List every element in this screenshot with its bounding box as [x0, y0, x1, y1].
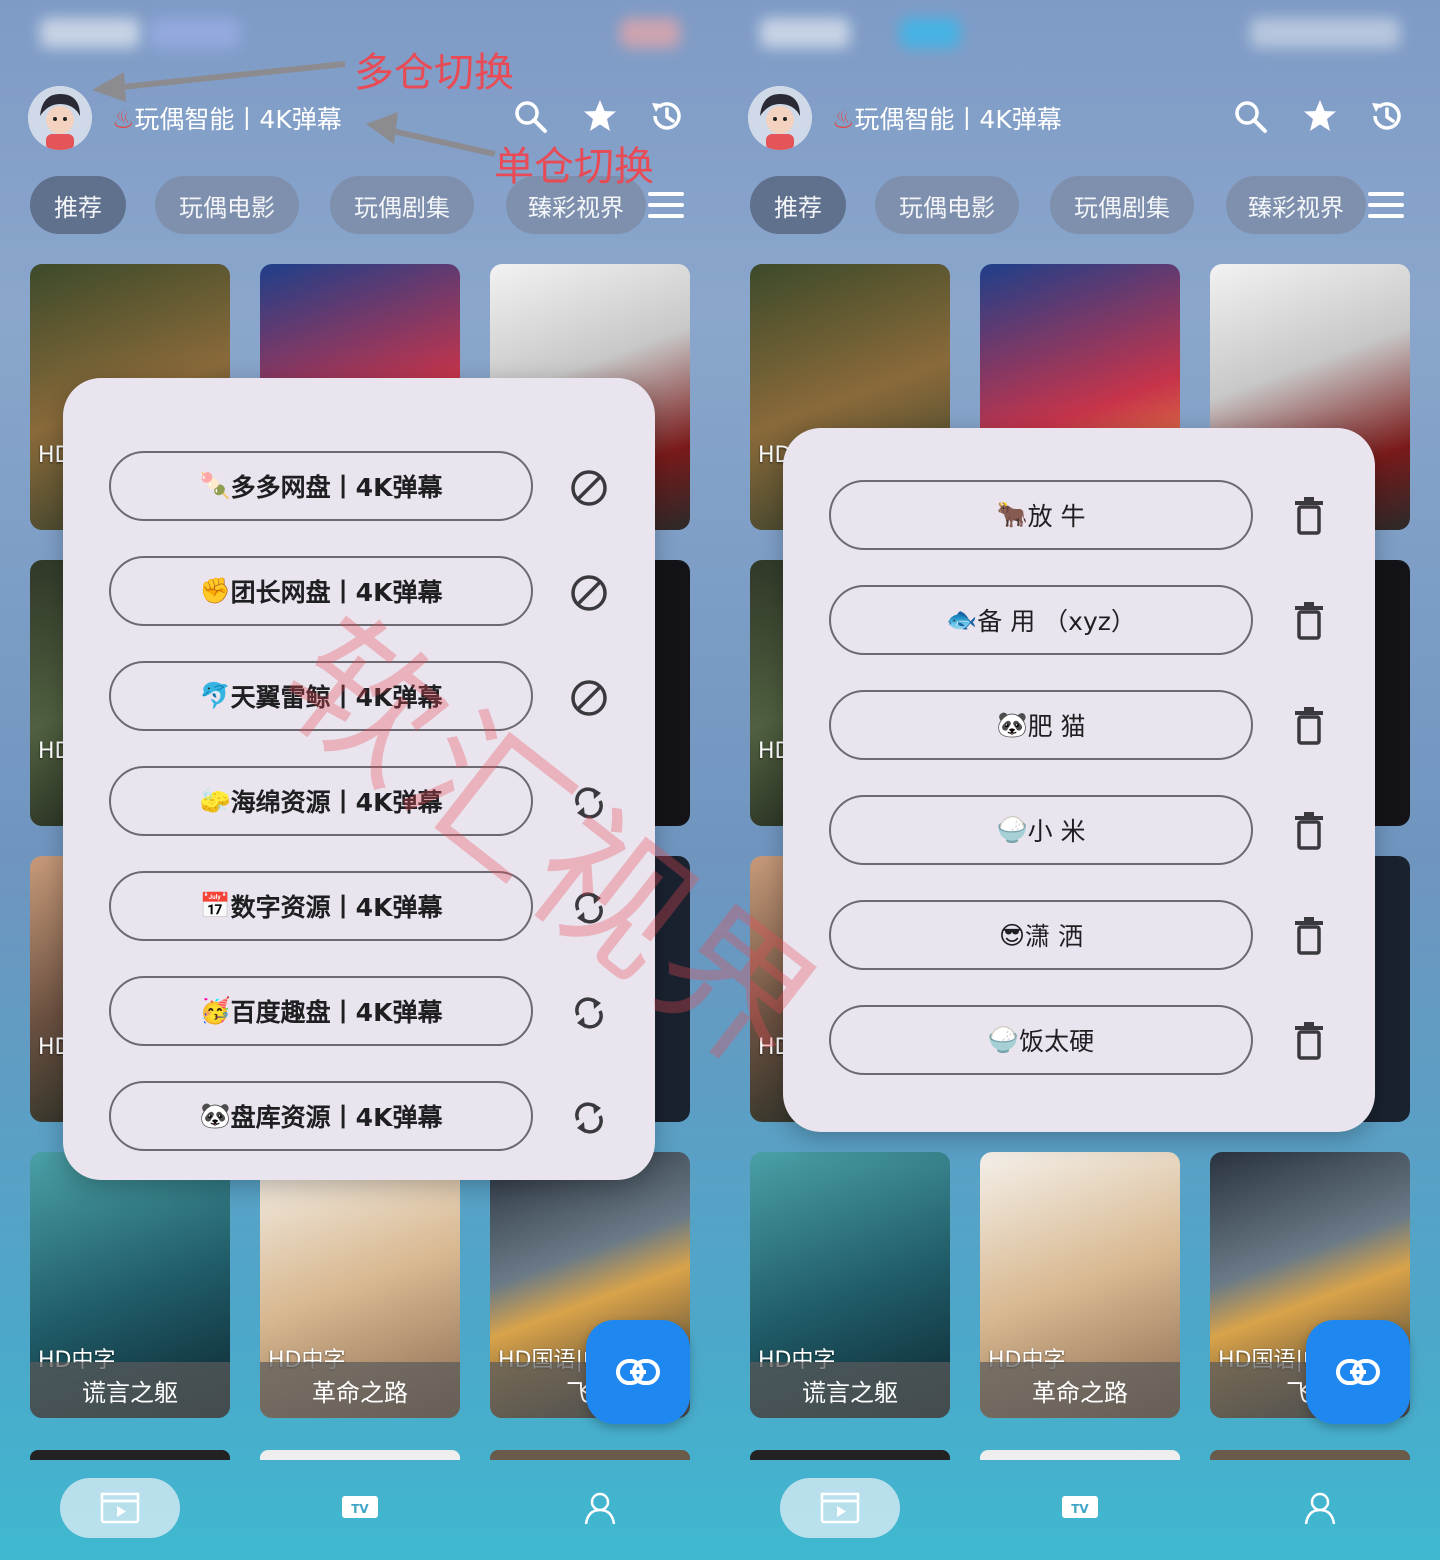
trash-icon[interactable] — [1289, 1020, 1329, 1060]
history-icon[interactable] — [1368, 98, 1404, 134]
poster-card[interactable]: HD中字 谎言之躯 — [30, 1152, 230, 1418]
ban-icon[interactable] — [569, 573, 609, 613]
source-title[interactable]: ♨玩偶智能丨4K弹幕 — [832, 100, 1062, 136]
poster-card[interactable] — [30, 1450, 230, 1460]
tv-icon: TV — [342, 1496, 378, 1518]
nav-profile[interactable] — [1302, 1490, 1338, 1530]
poster-card[interactable] — [260, 1450, 460, 1460]
search-icon[interactable] — [1232, 98, 1268, 134]
single-repo-dialog: 🐂 放 牛 🐟 备 用 （xyz） 🐼 肥 猫 🍚 小 米 😎 潇 洒 🍚 饭太硬 — [783, 428, 1375, 1132]
trash-icon[interactable] — [1289, 495, 1329, 535]
repo-item[interactable]: 🍡 多多网盘丨4K弹幕 — [109, 451, 533, 521]
nav-home[interactable] — [780, 1478, 900, 1538]
source-item[interactable]: 😎 潇 洒 — [829, 900, 1253, 970]
trash-icon[interactable] — [1289, 600, 1329, 640]
annotation-single-repo: 单仓切换 — [494, 144, 654, 190]
right-screen: ♨玩偶智能丨4K弹幕 推荐 玩偶电影 玩偶剧集 臻彩视界 HD HD HD HD… — [720, 0, 1440, 1560]
link-icon — [616, 1359, 660, 1385]
category-tabs: 推荐 玩偶电影 玩偶剧集 臻彩视界 — [750, 176, 1440, 234]
tab-movies[interactable]: 玩偶电影 — [875, 176, 1019, 234]
link-icon — [1336, 1359, 1380, 1385]
poster-title: 谎言之躯 — [750, 1362, 950, 1418]
nav-profile[interactable] — [582, 1490, 618, 1530]
source-item[interactable]: 🍚 小 米 — [829, 795, 1253, 865]
repo-item[interactable]: ✊ 团长网盘丨4K弹幕 — [109, 556, 533, 626]
poster-card[interactable]: HD中字 革命之路 — [980, 1152, 1180, 1418]
poster-card[interactable] — [490, 1450, 690, 1460]
poster-card[interactable] — [1210, 1450, 1410, 1460]
nav-tv[interactable]: TV — [1060, 1492, 1100, 1526]
tv-icon: TV — [1062, 1496, 1098, 1518]
clapperboard-icon — [100, 1492, 140, 1524]
refresh-icon[interactable] — [569, 1098, 609, 1138]
repo-item[interactable]: 🐼 盘库资源丨4K弹幕 — [109, 1081, 533, 1151]
nav-tv[interactable]: TV — [340, 1492, 380, 1526]
source-item[interactable]: 🐂 放 牛 — [829, 480, 1253, 550]
annotation-multi-repo: 多仓切换 — [354, 50, 514, 96]
poster-title: 革命之路 — [260, 1362, 460, 1418]
poster-title: 谎言之躯 — [30, 1362, 230, 1418]
trash-icon[interactable] — [1289, 915, 1329, 955]
source-item[interactable]: 🐟 备 用 （xyz） — [829, 585, 1253, 655]
svg-text:TV: TV — [351, 1502, 369, 1516]
status-bar — [750, 18, 1400, 52]
flame-icon: ♨ — [832, 105, 855, 134]
poster-card[interactable] — [980, 1450, 1180, 1460]
nav-home[interactable] — [60, 1478, 180, 1538]
bottom-nav: TV — [0, 1460, 720, 1560]
poster-title: 革命之路 — [980, 1362, 1180, 1418]
clapperboard-icon — [820, 1492, 860, 1524]
poster-card[interactable]: HD中字 革命之路 — [260, 1152, 460, 1418]
menu-icon[interactable] — [1368, 190, 1404, 220]
tab-vision[interactable]: 臻彩视界 — [1226, 176, 1366, 234]
poster-card[interactable] — [750, 1450, 950, 1460]
poster-card[interactable]: HD中字 谎言之躯 — [750, 1152, 950, 1418]
source-item[interactable]: 🐼 肥 猫 — [829, 690, 1253, 760]
tab-recommend[interactable]: 推荐 — [750, 176, 846, 234]
profile-icon — [584, 1492, 616, 1525]
link-fab-button[interactable] — [1306, 1320, 1410, 1424]
repo-item[interactable]: 🥳 百度趣盘丨4K弹幕 — [109, 976, 533, 1046]
star-icon[interactable] — [1302, 98, 1338, 134]
tab-series[interactable]: 玩偶剧集 — [1050, 176, 1194, 234]
trash-icon[interactable] — [1289, 810, 1329, 850]
profile-icon — [1304, 1492, 1336, 1525]
link-fab-button[interactable] — [586, 1320, 690, 1424]
trash-icon[interactable] — [1289, 705, 1329, 745]
svg-text:TV: TV — [1071, 1502, 1089, 1516]
source-item[interactable]: 🍚 饭太硬 — [829, 1005, 1253, 1075]
ban-icon[interactable] — [569, 468, 609, 508]
source-name: 玩偶智能丨4K弹幕 — [854, 105, 1062, 134]
avatar[interactable] — [748, 86, 812, 150]
bottom-nav: TV — [720, 1460, 1440, 1560]
